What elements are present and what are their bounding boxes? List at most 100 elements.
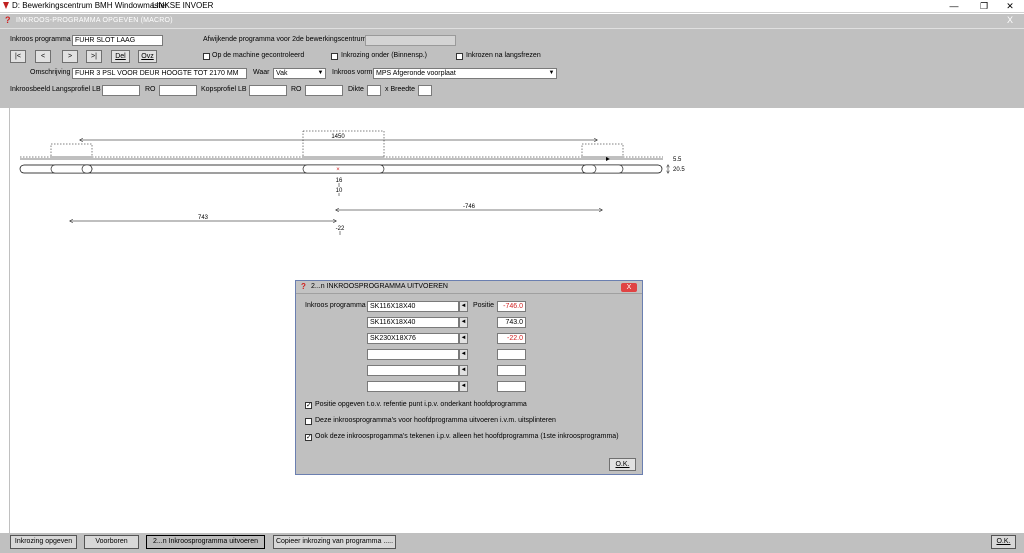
chevron-down-icon: ▼ [548,70,555,76]
center-slot [302,164,385,174]
positie-refentie-label: Positie opgeven t.o.v. refentie punt i.p… [315,401,527,408]
breedte-input[interactable] [418,85,432,96]
waar-label: Waar [253,69,270,76]
delete-button[interactable]: Del [111,50,130,63]
center-mark-2: 10 [336,188,343,194]
copieer-inkrozing-button[interactable]: Copieer inkrozing van programma ..... [273,535,396,549]
top-dimension: 1450 [80,134,597,140]
dialog-positie-label: Positie [473,302,495,309]
right-slot-end [581,164,597,174]
kopsprofiel-label: Kopsprofiel LB [201,86,247,93]
help-icon: ? [5,15,11,25]
langsprofiel-ro-input[interactable] [159,85,197,96]
langsprofiel-lb-input[interactable] [102,85,140,96]
inkrozing-onder-label: Inkrozing onder (Binnensp.) [341,52,427,59]
select-program-button[interactable]: ◄ [459,317,468,328]
restore-button[interactable]: ❐ [970,0,998,12]
first-record-button[interactable]: |< [10,50,26,63]
prev-record-button[interactable]: < [35,50,51,63]
position-input-5[interactable] [497,365,526,376]
afwijkende-input[interactable] [365,35,456,46]
close-button[interactable]: ✕ [996,0,1024,12]
inkroosbeeld-label: Inkroosbeeld Langsprofiel LB [10,86,101,93]
program-input-2[interactable]: SK116X18X40 [367,317,459,328]
waar-value: Vak [276,70,288,77]
uitsplinteren-checkbox[interactable] [305,418,312,425]
position-input-1[interactable]: -746.0 [497,301,526,312]
center-mark-icon: × [336,167,340,173]
voorboren-button[interactable]: Voorboren [84,535,139,549]
dim-right-label: -746 [463,204,476,210]
inkroos-programma-label: Inkroos programma [10,36,71,43]
dim-top-label: 1450 [331,134,345,140]
kopsprofiel-ro-input[interactable] [305,85,343,96]
select-program-button[interactable]: ◄ [459,301,468,312]
ok-button[interactable]: O.K. [991,535,1016,549]
program-input-3[interactable]: SK230X18X76 [367,333,459,344]
last-record-button[interactable]: >| [86,50,102,63]
select-program-button[interactable]: ◄ [459,365,468,376]
tekenen-label: Ook deze inkroosprogamma's tekenen i.p.v… [315,433,619,440]
kopsprofiel-lb-input[interactable] [249,85,287,96]
ro2-label: RO [291,86,302,93]
select-program-button[interactable]: ◄ [459,381,468,392]
afwijkende-label: Afwijkende programma voor 2de bewerkings… [203,36,367,43]
program-input-1[interactable]: SK116X18X40 [367,301,459,312]
inkrozen-na-checkbox[interactable] [456,53,463,60]
program-input-4[interactable] [367,349,459,360]
app-icon [2,1,10,12]
ro1-label: RO [145,86,156,93]
help-icon: ? [301,282,306,291]
inner-close-button[interactable]: X [1004,15,1016,26]
window-subtitle: LINKSE INVOER [152,1,214,10]
center-mark-1: 16 [336,178,343,184]
breedte-label: x Breedte [385,86,415,93]
inkrozen-na-label: Inkrozen na langsfrezen [466,52,541,59]
inkroos-vorm-select[interactable]: MPS Afgeronde voorplaat ▼ [373,68,557,79]
position-input-2[interactable]: 743.0 [497,317,526,328]
window-title: D: Bewerkingscentrum BMH Windowmaster [12,1,168,10]
bottom-toolbar: Inkrozing opgeven Voorboren 2...n Inkroo… [0,533,1024,553]
dim-left-label: 743 [198,215,209,221]
inkroos-vorm-label: Inkroos vorm [332,69,373,76]
tekenen-checkbox[interactable] [305,433,312,441]
marker-arrow [606,157,610,161]
inkroos-uitvoeren-dialog: ? 2...n INKROOSPROGRAMMA UITVOEREN X Ink… [295,280,643,475]
positie-refentie-checkbox[interactable] [305,401,312,409]
inkroos-programma-input[interactable]: FUHR SLOT LAAG [72,35,163,46]
dim-bottom-label: -22 [336,226,345,232]
next-record-button[interactable]: > [62,50,78,63]
inkroosprogramma-uitvoeren-button[interactable]: 2...n Inkroosprogramma uitvoeren [146,535,265,549]
select-program-button[interactable]: ◄ [459,333,468,344]
omschrijving-input[interactable]: FUHR 3 PSL VOOR DEUR HOOGTE TOT 2170 MM [72,68,247,79]
dim-right-side-label: 20.5 [673,167,685,173]
select-program-button[interactable]: ◄ [459,349,468,360]
inkroos-vorm-value: MPS Afgeronde voorplaat [376,70,456,77]
program-input-6[interactable] [367,381,459,392]
window-titlebar: D: Bewerkingscentrum BMH Windowmaster LI… [0,0,1024,13]
dialog-close-button[interactable]: X [621,283,637,292]
inner-window-titlebar: ? INKROOS-PROGRAMMA OPGEVEN (MACRO) X [0,14,1024,28]
op-machine-checkbox[interactable] [203,53,210,60]
dialog-title: 2...n INKROOSPROGRAMMA UITVOEREN [311,283,448,290]
dim-right-group: -746 [336,204,602,210]
position-input-6[interactable] [497,381,526,392]
dim-left-group: 743 [70,215,336,221]
dialog-ok-button[interactable]: O.K. [609,458,636,471]
dialog-titlebar: ? 2...n INKROOSPROGRAMMA UITVOEREN X [296,281,642,294]
position-input-4[interactable] [497,349,526,360]
left-pocket-outline [50,143,93,158]
overview-button[interactable]: Ovz [138,50,157,63]
inkrozing-opgeven-button[interactable]: Inkrozing opgeven [10,535,77,549]
dikte-input[interactable] [367,85,381,96]
uitsplinteren-label: Deze inkroosprogramma's voor hoofdprogra… [315,417,556,424]
left-slot-end [81,164,93,174]
program-input-5[interactable] [367,365,459,376]
form-panel: Inkroos programma FUHR SLOT LAAG Afwijke… [0,28,1024,108]
omschrijving-label: Omschrijving [30,69,71,76]
waar-select[interactable]: Vak ▼ [273,68,326,79]
minimize-button[interactable]: — [940,0,968,12]
inkrozing-onder-checkbox[interactable] [331,53,338,60]
position-input-3[interactable]: -22.0 [497,333,526,344]
inner-window-title: INKROOS-PROGRAMMA OPGEVEN (MACRO) [16,17,173,24]
